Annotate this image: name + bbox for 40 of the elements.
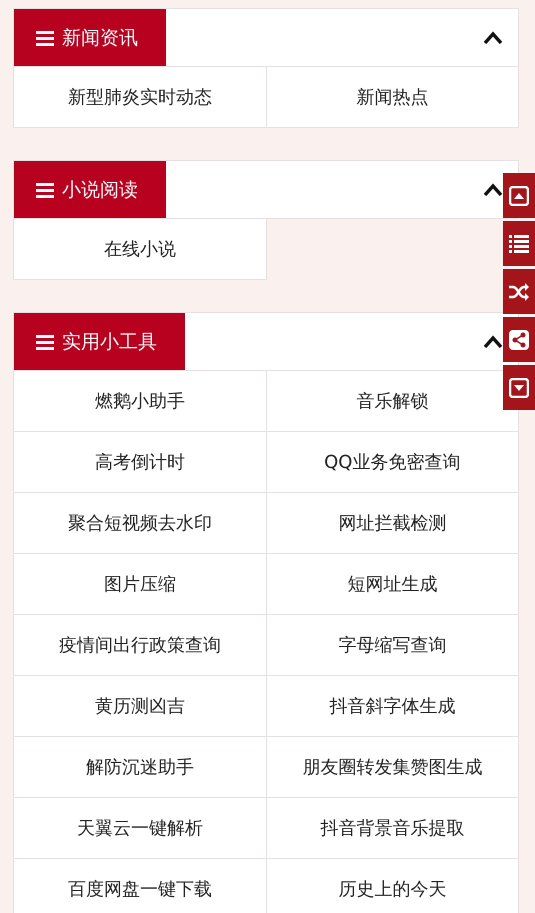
tool-link[interactable]: 抖音背景音乐提取 xyxy=(266,798,519,859)
tool-link[interactable]: 抖音斜字体生成 xyxy=(266,676,519,737)
tool-link[interactable]: 短网址生成 xyxy=(266,554,519,615)
list-icon xyxy=(509,234,529,254)
share-icon xyxy=(509,330,529,350)
menu-icon xyxy=(36,30,54,46)
chevron-up-icon xyxy=(483,30,503,44)
menu-icon xyxy=(36,334,54,350)
tool-link[interactable]: 历史上的今天 xyxy=(266,859,519,913)
tool-link[interactable]: 百度网盘一键下载 xyxy=(14,859,266,913)
scroll-down-icon xyxy=(509,378,529,398)
scroll-up-icon xyxy=(509,186,529,206)
floating-menu[interactable] xyxy=(503,269,535,314)
tool-link[interactable]: 疫情间出行政策查询 xyxy=(14,615,266,676)
floating-menu[interactable] xyxy=(503,221,535,266)
shuffle-icon xyxy=(509,282,529,302)
chevron-up-icon xyxy=(483,334,503,348)
tool-link[interactable]: QQ业务免密查询 xyxy=(266,432,519,493)
menu-icon xyxy=(36,182,54,198)
tool-link[interactable]: 在线小说 xyxy=(14,219,266,280)
category-name: 新闻资讯 xyxy=(62,26,138,50)
tool-link[interactable]: 音乐解锁 xyxy=(266,371,519,432)
tool-link[interactable]: 字母缩写查询 xyxy=(266,615,519,676)
floating-menu[interactable] xyxy=(503,365,535,410)
chevron-up-icon xyxy=(483,182,503,196)
tool-link[interactable]: 网址拦截检测 xyxy=(266,493,519,554)
tool-link[interactable]: 图片压缩 xyxy=(14,554,266,615)
tool-link[interactable]: 聚合短视频去水印 xyxy=(14,493,266,554)
tool-link[interactable]: 新型肺炎实时动态 xyxy=(14,67,266,128)
floating-menu[interactable] xyxy=(503,173,535,218)
category-name: 小说阅读 xyxy=(62,178,138,202)
floating-menu[interactable] xyxy=(503,317,535,362)
tool-link[interactable]: 天翼云一键解析 xyxy=(14,798,266,859)
tool-link[interactable]: 朋友圈转发集赞图生成 xyxy=(266,737,519,798)
tool-link[interactable]: 解防沉迷助手 xyxy=(14,737,266,798)
tool-link[interactable]: 黄历测凶吉 xyxy=(14,676,266,737)
tool-link[interactable]: 燃鹅小助手 xyxy=(14,371,266,432)
tool-link[interactable]: 新闻热点 xyxy=(266,67,519,128)
tool-link[interactable]: 高考倒计时 xyxy=(14,432,266,493)
category-name: 实用小工具 xyxy=(62,330,157,354)
